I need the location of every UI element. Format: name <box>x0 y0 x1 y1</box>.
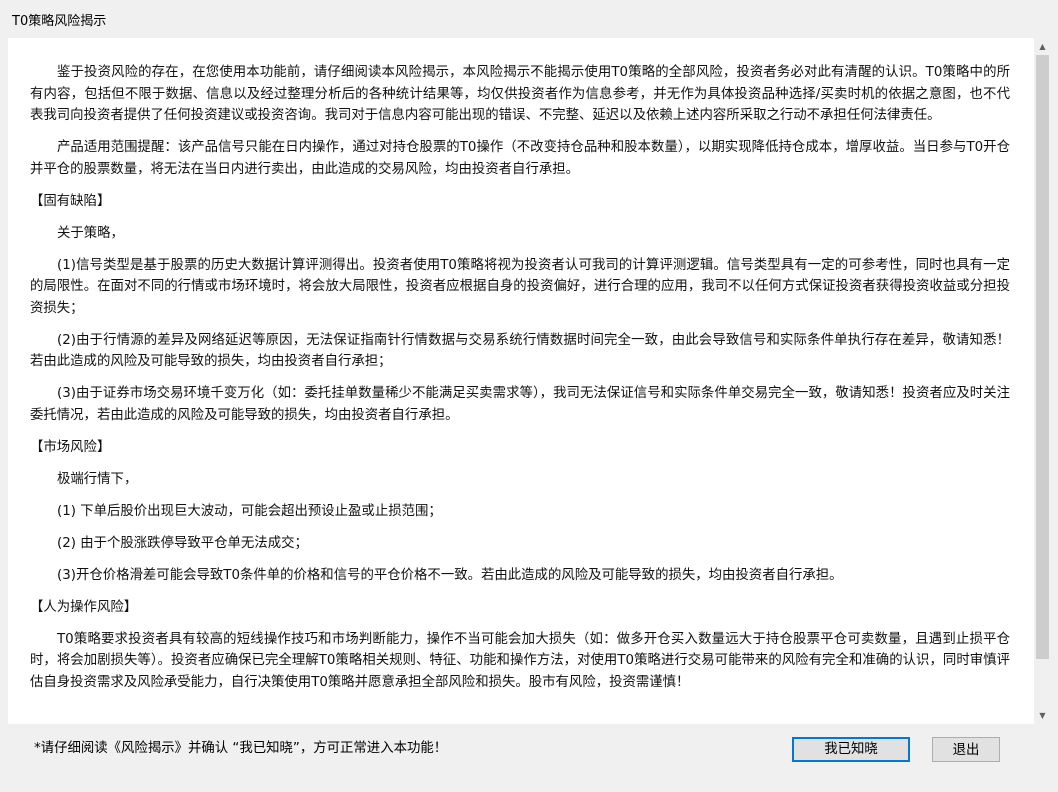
intro-paragraph-2: 产品适用范围提醒：该产品信号只能在日内操作，通过对持仓股票的T0操作（不改变持仓… <box>30 140 1010 177</box>
exit-button[interactable]: 退出 <box>932 737 1000 762</box>
window-title: T0策略风险揭示 <box>12 14 107 29</box>
market-item-2: (2) 由于个股涨跌停导致平仓单无法成交； <box>57 535 308 551</box>
intro-paragraph-1: 鉴于投资风险的存在，在您使用本功能前，请仔细阅读本风险揭示，本风险揭示不能揭示使… <box>30 65 1010 123</box>
risk-disclosure-text: 鉴于投资风险的存在，在您使用本功能前，请仔细阅读本风险揭示，本风险揭示不能揭示使… <box>30 62 1010 704</box>
inherent-item-3: (3)由于证券市场交易环境千变万化（如：委托挂单数量稀少不能满足买卖需求等），我… <box>30 386 1010 423</box>
section-lead-market: 极端行情下， <box>57 471 138 487</box>
human-risk-paragraph: T0策略要求投资者具有较高的短线操作技巧和市场判断能力，操作不当可能会加大损失（… <box>30 631 1010 690</box>
vertical-scrollbar[interactable]: ▲ ▼ <box>1034 38 1051 724</box>
section-lead-inherent: 关于策略， <box>57 225 124 241</box>
section-heading-market: 【市场风险】 <box>30 439 111 455</box>
acknowledge-button[interactable]: 我已知晓 <box>792 737 910 762</box>
scroll-up-icon[interactable]: ▲ <box>1034 38 1051 55</box>
risk-disclosure-content[interactable]: 鉴于投资风险的存在，在您使用本功能前，请仔细阅读本风险揭示，本风险揭示不能揭示使… <box>8 38 1034 724</box>
market-item-3: (3)开仓价格滑差可能会导致T0条件单的价格和信号的平仓价格不一致。若由此造成的… <box>57 567 843 583</box>
scroll-thumb[interactable] <box>1036 55 1049 659</box>
section-heading-human: 【人为操作风险】 <box>30 599 138 615</box>
inherent-item-2: (2)由于行情源的差异及网络延迟等原因，无法保证指南针行情数据与交易系统行情数据… <box>30 332 1010 370</box>
title-bar: T0策略风险揭示 <box>0 0 1058 40</box>
market-item-1: (1) 下单后股价出现巨大波动，可能会超出预设止盈或止损范围； <box>57 503 442 519</box>
scroll-down-icon[interactable]: ▼ <box>1034 707 1051 724</box>
section-heading-inherent: 【固有缺陷】 <box>30 193 111 209</box>
inherent-item-1: (1)信号类型是基于股票的历史大数据计算评测得出。投资者使用T0策略将视为投资者… <box>30 257 1010 316</box>
confirmation-note: *请仔细阅读《风险揭示》并确认 “我已知晓”，方可正常进入本功能！ <box>34 741 448 756</box>
